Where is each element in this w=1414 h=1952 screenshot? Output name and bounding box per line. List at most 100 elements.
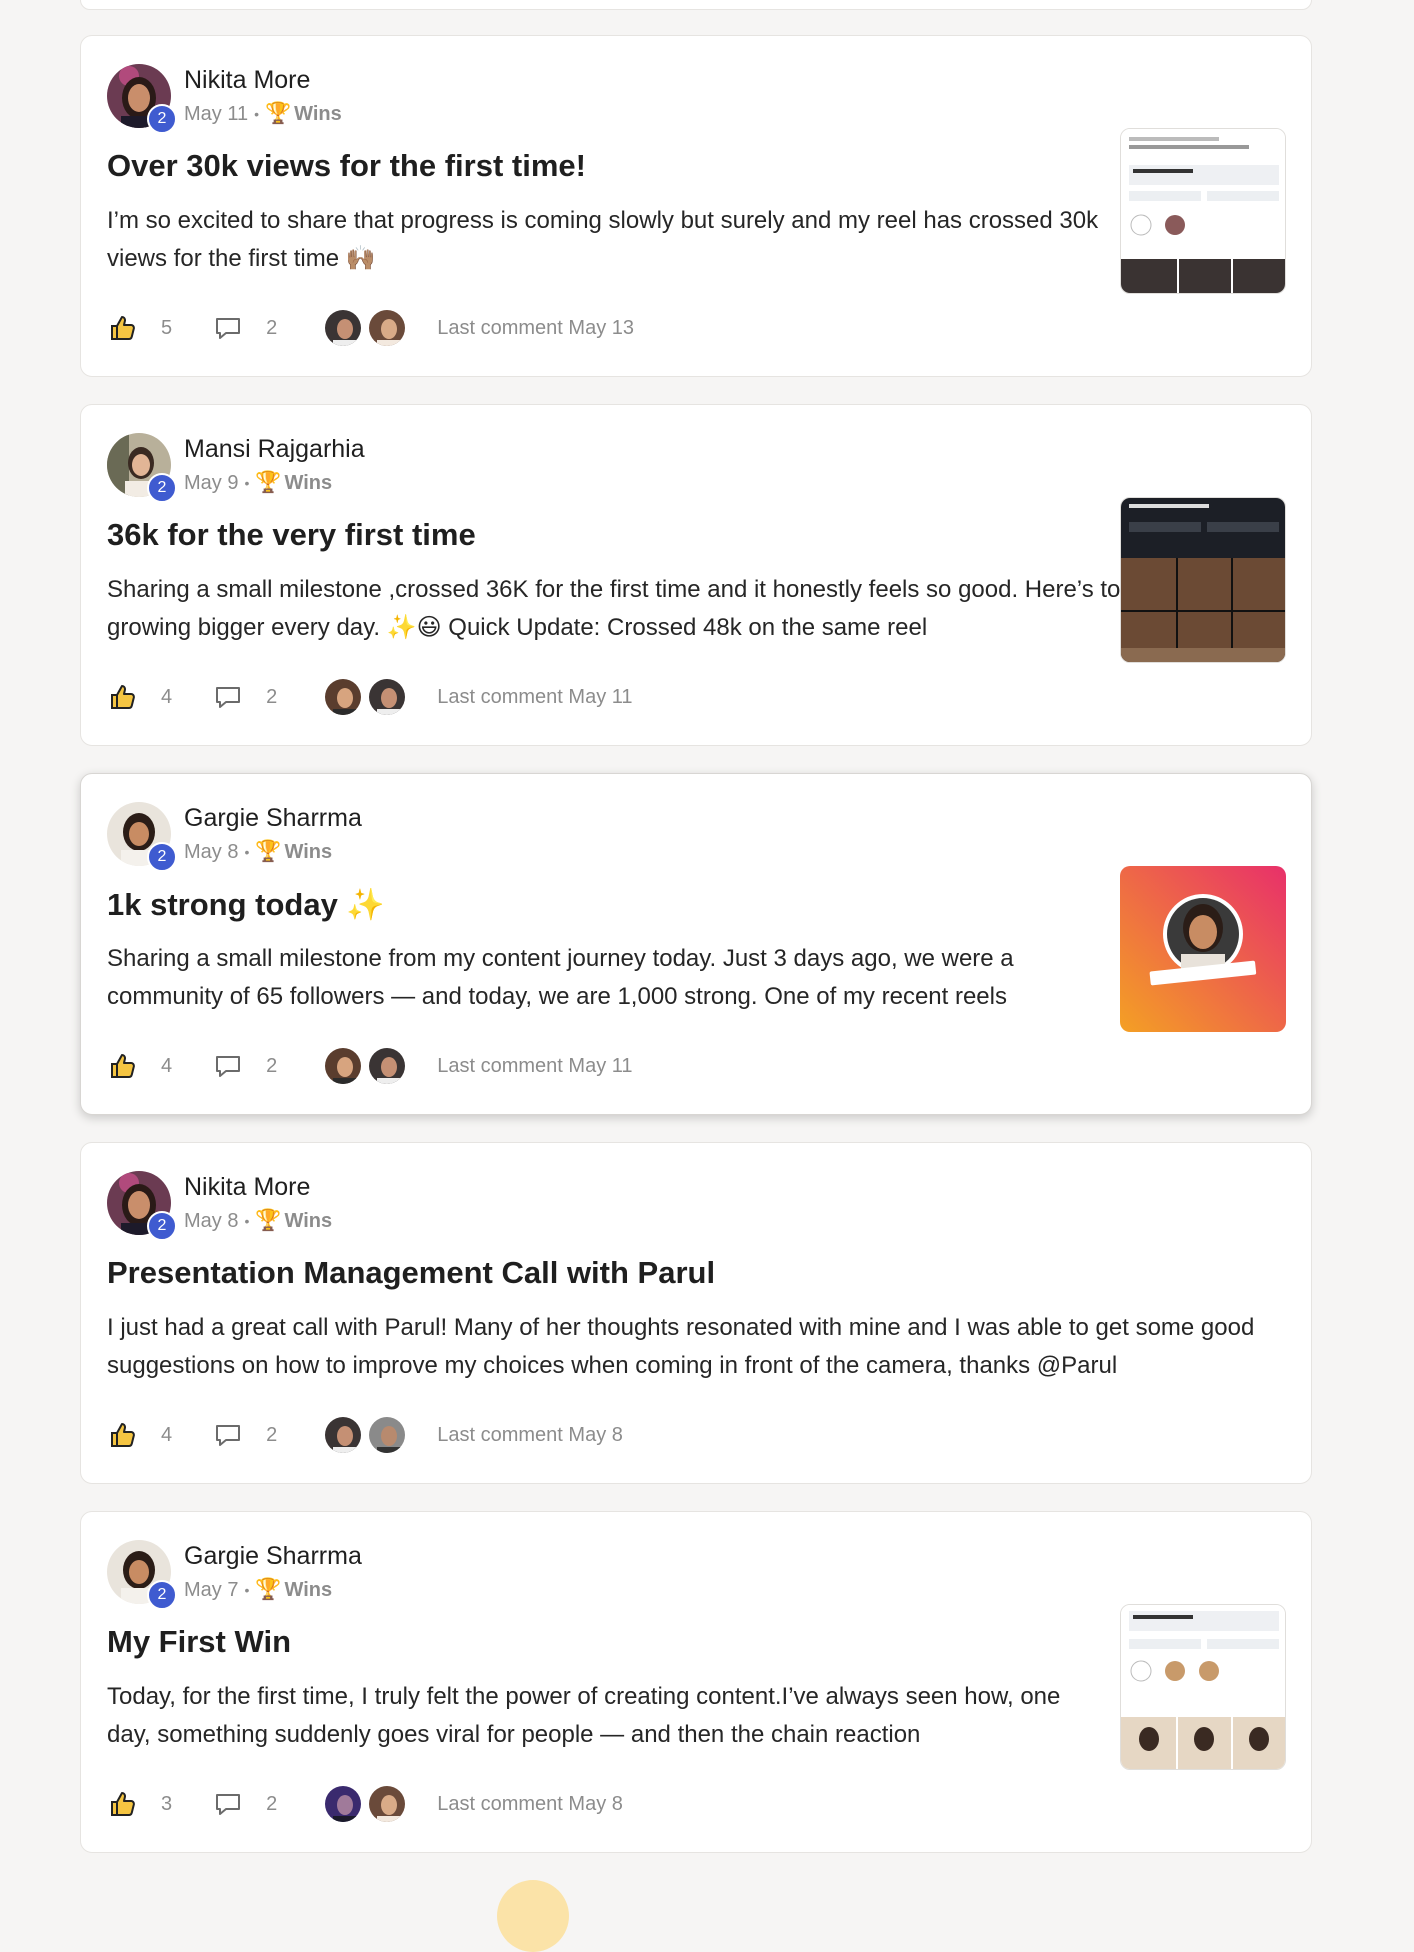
previous-post-card-edge xyxy=(80,0,1312,10)
last-comment-date: Last comment May 11 xyxy=(437,685,633,708)
commenter-avatar[interactable] xyxy=(367,1415,408,1455)
author-name[interactable]: Mansi Rajgarhia xyxy=(184,435,365,464)
post-actions: 4 2 Last comment May 11 xyxy=(107,675,633,719)
floating-action-bubble[interactable] xyxy=(497,1880,569,1952)
thumbs-up-icon[interactable] xyxy=(107,1050,139,1082)
post-date: May 7 xyxy=(184,1578,239,1601)
commenter-avatar[interactable] xyxy=(323,1784,364,1824)
post-card[interactable]: 2 Nikita More May 11 • 🏆 Wins Over 30k v… xyxy=(80,35,1312,377)
last-comment-date: Last comment May 13 xyxy=(437,316,634,339)
post-actions: 4 2 Last comment May 11 xyxy=(107,1044,633,1088)
post-thumbnail[interactable] xyxy=(1120,497,1286,663)
trophy-icon: 🏆 xyxy=(265,102,292,125)
category-link[interactable]: Wins xyxy=(294,103,342,126)
thumbs-up-icon[interactable] xyxy=(107,681,139,713)
author-avatar[interactable]: 2 xyxy=(107,802,177,872)
post-thumbnail[interactable] xyxy=(1120,1604,1286,1770)
comment-bubble-icon[interactable] xyxy=(212,681,244,713)
commenter-avatar[interactable] xyxy=(367,1046,408,1086)
commenter-avatar[interactable] xyxy=(323,1046,364,1086)
level-badge: 2 xyxy=(147,1580,177,1610)
post-card[interactable]: 2 Mansi Rajgarhia May 9 • 🏆 Wins 36k for… xyxy=(80,404,1312,746)
comment-bubble-icon[interactable] xyxy=(212,1419,244,1451)
post-card[interactable]: 2 Gargie Sharrma May 8 • 🏆 Wins 1k stron… xyxy=(80,773,1312,1115)
post-meta: May 8 • 🏆 Wins xyxy=(184,1209,332,1233)
post-actions: 5 2 Last comment May 13 xyxy=(107,306,634,350)
category-link[interactable]: Wins xyxy=(285,1579,333,1602)
comment-bubble-icon[interactable] xyxy=(212,1050,244,1082)
post-date: May 9 xyxy=(184,471,239,494)
post-card[interactable]: 2 Nikita More May 8 • 🏆 Wins Presentatio… xyxy=(80,1142,1312,1484)
author-name[interactable]: Gargie Sharrma xyxy=(184,1542,362,1571)
like-count: 4 xyxy=(161,685,173,708)
like-count: 4 xyxy=(161,1423,173,1446)
post-meta: May 8 • 🏆 Wins xyxy=(184,840,332,864)
post-excerpt: I just had a great call with Parul! Many… xyxy=(107,1314,1255,1379)
commenter-avatars xyxy=(323,1415,411,1455)
last-comment-date: Last comment May 8 xyxy=(437,1423,623,1446)
post-title[interactable]: My First Win xyxy=(107,1624,291,1660)
trophy-icon: 🏆 xyxy=(255,1209,282,1232)
post-title[interactable]: 1k strong today ✨ xyxy=(107,886,385,923)
author-avatar[interactable]: 2 xyxy=(107,433,177,503)
post-card[interactable]: 2 Gargie Sharrma May 7 • 🏆 Wins My First… xyxy=(80,1511,1312,1853)
post-actions: 4 2 Last comment May 8 xyxy=(107,1413,623,1457)
category-link[interactable]: Wins xyxy=(285,1210,333,1233)
level-badge: 2 xyxy=(147,104,177,134)
post-meta: May 7 • 🏆 Wins xyxy=(184,1578,332,1602)
commenter-avatar[interactable] xyxy=(323,677,364,717)
comment-count: 2 xyxy=(266,1054,278,1077)
post-meta: May 11 • 🏆 Wins xyxy=(184,102,342,126)
post-thumbnail[interactable] xyxy=(1120,128,1286,294)
commenter-avatar[interactable] xyxy=(323,1415,364,1455)
comment-bubble-icon[interactable] xyxy=(212,1788,244,1820)
comment-count: 2 xyxy=(266,316,278,339)
like-count: 5 xyxy=(161,316,173,339)
meta-separator: • xyxy=(244,475,250,491)
commenter-avatar[interactable] xyxy=(367,677,408,717)
thumbs-up-icon[interactable] xyxy=(107,1419,139,1451)
post-title[interactable]: Presentation Management Call with Parul xyxy=(107,1255,715,1291)
last-comment-date: Last comment May 11 xyxy=(437,1054,633,1077)
author-name[interactable]: Nikita More xyxy=(184,1173,310,1202)
meta-separator: • xyxy=(254,106,260,122)
post-excerpt: Sharing a small milestone ,crossed 36K f… xyxy=(107,576,1121,641)
post-meta: May 9 • 🏆 Wins xyxy=(184,471,332,495)
author-avatar[interactable]: 2 xyxy=(107,1540,177,1610)
commenter-avatar[interactable] xyxy=(367,1784,408,1824)
post-date: May 11 xyxy=(184,102,249,125)
commenter-avatar[interactable] xyxy=(367,308,408,348)
post-excerpt: Sharing a small milestone from my conten… xyxy=(107,945,1014,1010)
category-link[interactable]: Wins xyxy=(285,472,333,495)
author-name[interactable]: Gargie Sharrma xyxy=(184,804,362,833)
level-badge: 2 xyxy=(147,842,177,872)
thumbs-up-icon[interactable] xyxy=(107,312,139,344)
commenter-avatars xyxy=(323,1784,411,1824)
comment-count: 2 xyxy=(266,685,278,708)
trophy-icon: 🏆 xyxy=(255,840,282,863)
meta-separator: • xyxy=(244,844,250,860)
post-title[interactable]: 36k for the very first time xyxy=(107,517,476,553)
level-badge: 2 xyxy=(147,473,177,503)
post-date: May 8 xyxy=(184,840,239,863)
meta-separator: • xyxy=(244,1582,250,1598)
last-comment-date: Last comment May 8 xyxy=(437,1792,623,1815)
author-avatar[interactable]: 2 xyxy=(107,64,177,134)
author-avatar[interactable]: 2 xyxy=(107,1171,177,1241)
author-name[interactable]: Nikita More xyxy=(184,66,310,95)
commenter-avatar[interactable] xyxy=(323,308,364,348)
post-feed: 2 Nikita More May 11 • 🏆 Wins Over 30k v… xyxy=(80,35,1312,1880)
comment-count: 2 xyxy=(266,1792,278,1815)
post-actions: 3 2 Last comment May 8 xyxy=(107,1782,623,1826)
commenter-avatars xyxy=(323,308,411,348)
post-thumbnail[interactable] xyxy=(1120,866,1286,1032)
comment-count: 2 xyxy=(266,1423,278,1446)
commenter-avatars xyxy=(323,1046,411,1086)
post-title[interactable]: Over 30k views for the first time! xyxy=(107,148,586,184)
trophy-icon: 🏆 xyxy=(255,471,282,494)
commenter-avatars xyxy=(323,677,411,717)
comment-bubble-icon[interactable] xyxy=(212,312,244,344)
category-link[interactable]: Wins xyxy=(285,841,333,864)
post-date: May 8 xyxy=(184,1209,239,1232)
thumbs-up-icon[interactable] xyxy=(107,1788,139,1820)
